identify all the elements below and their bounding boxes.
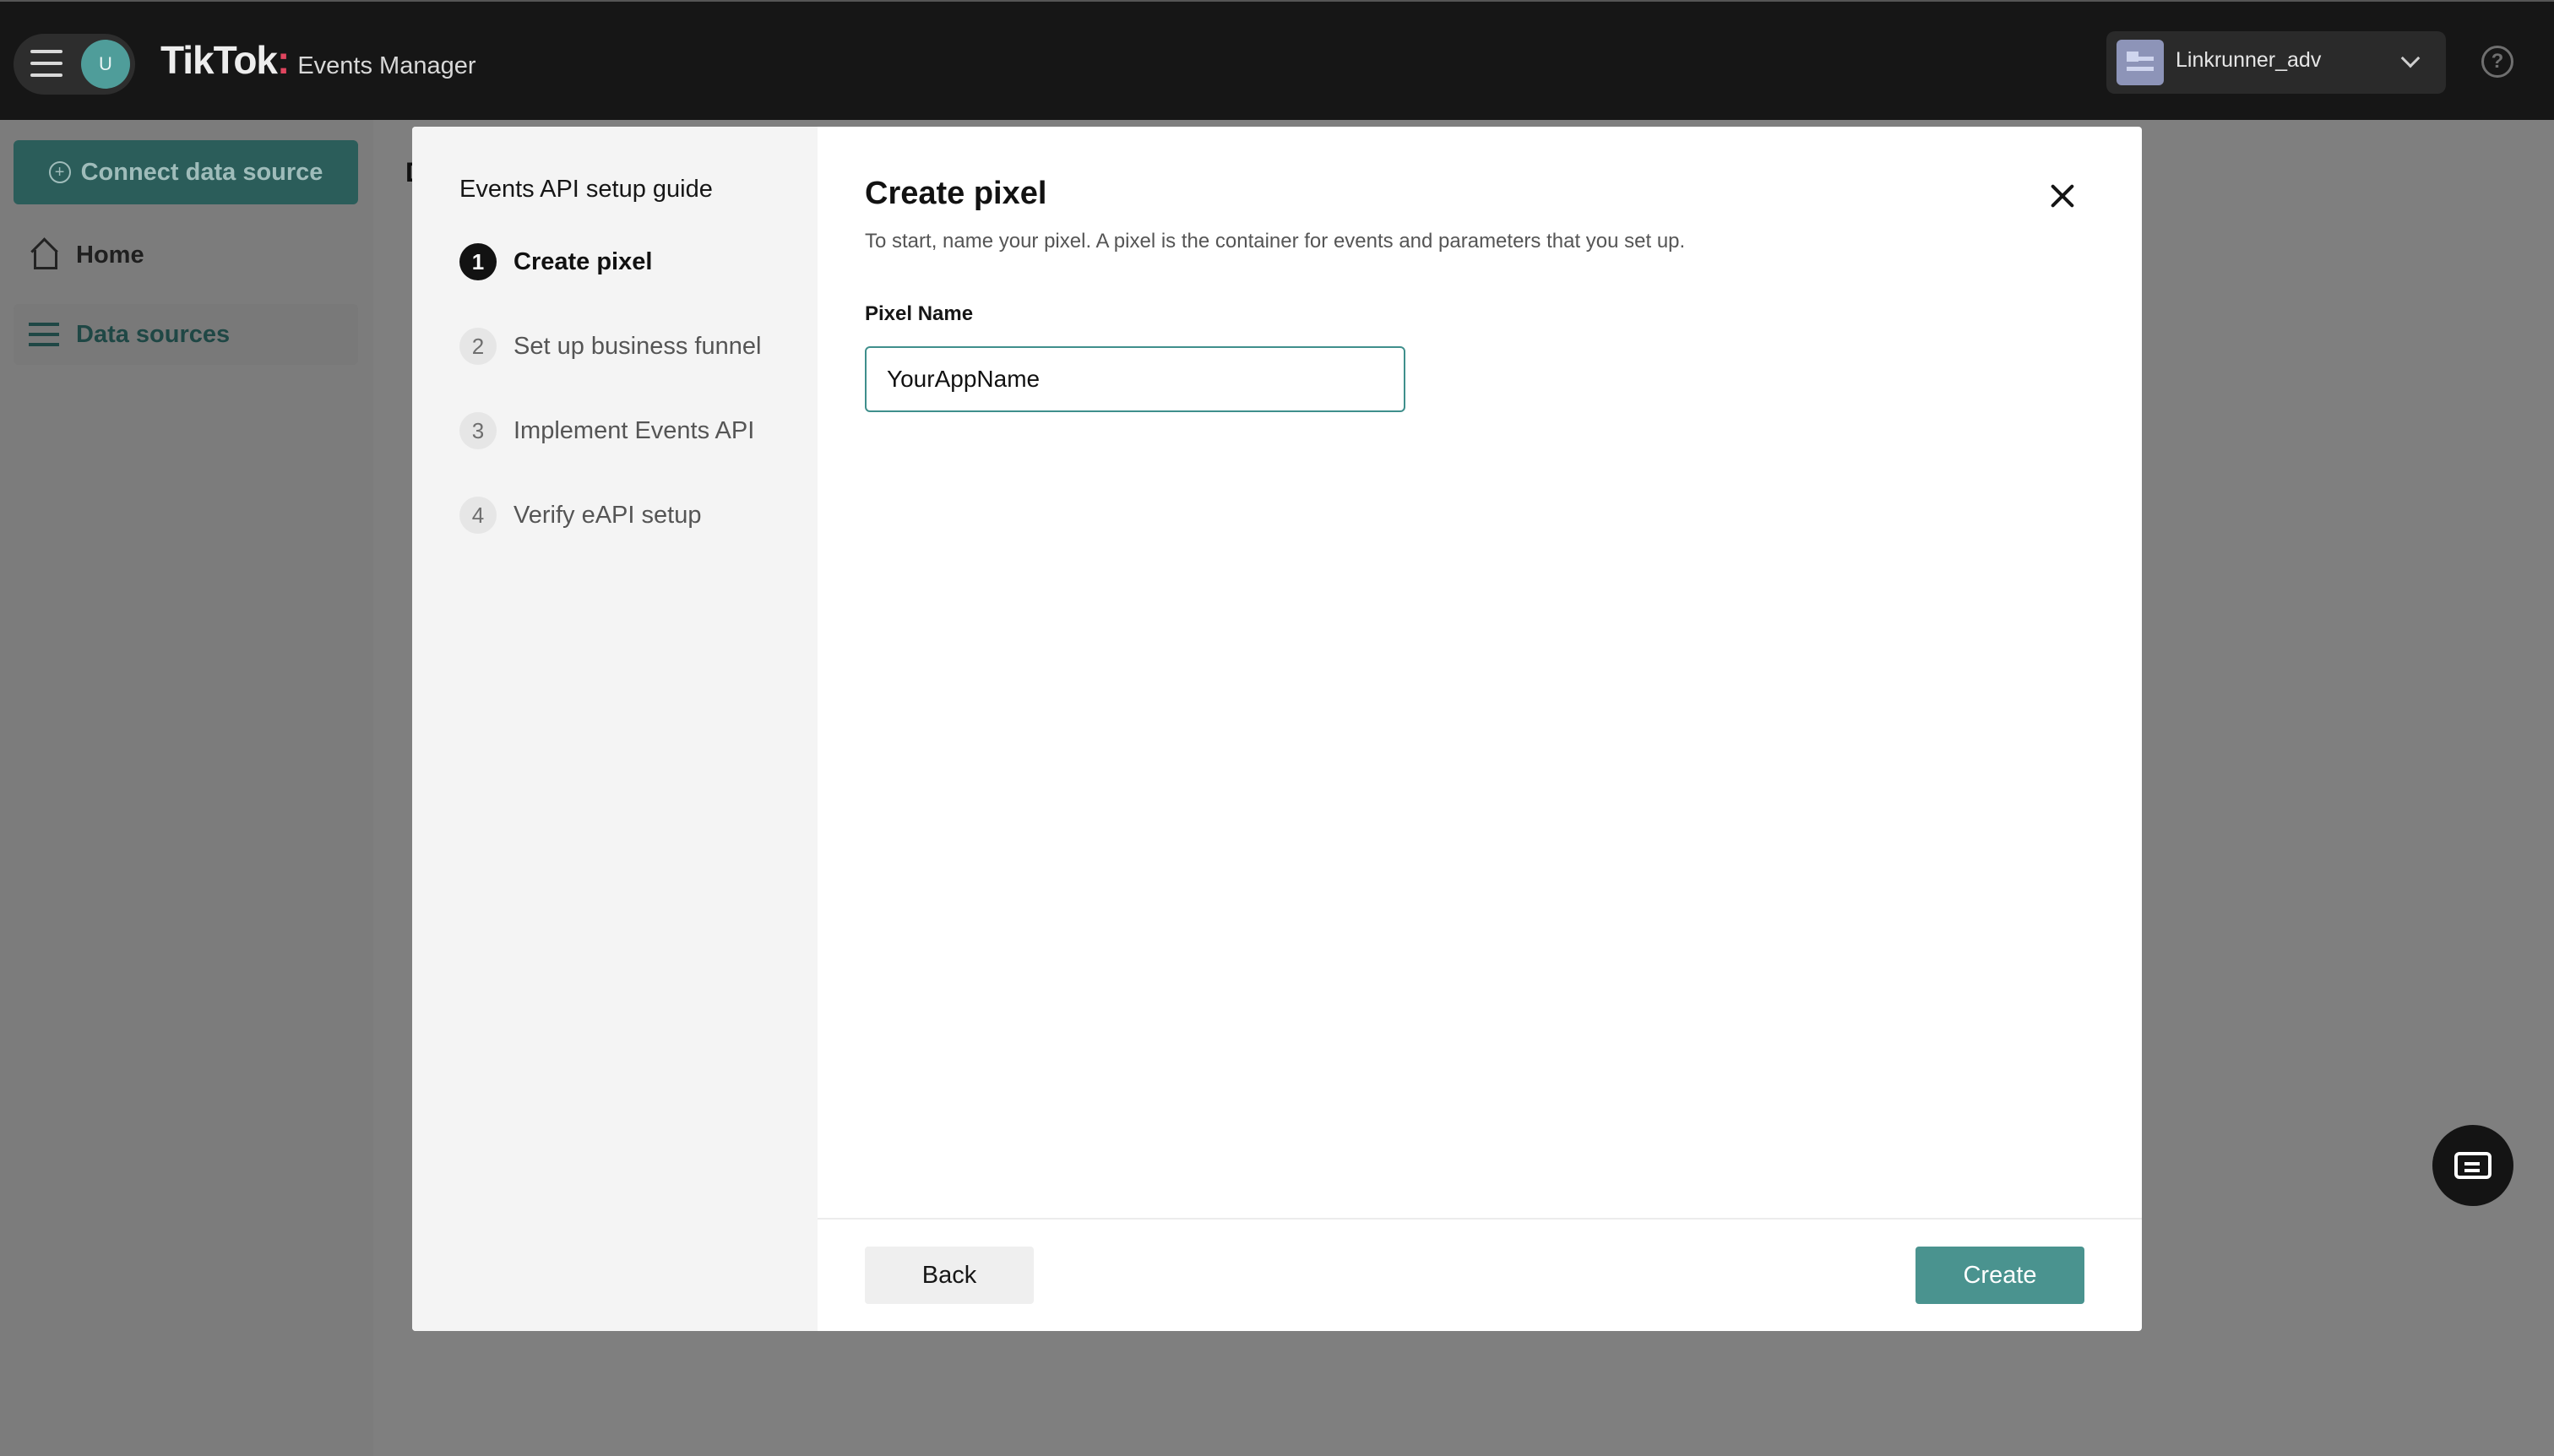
account-switcher[interactable]: Linkrunner_adv <box>2106 31 2446 94</box>
create-pixel-panel: Create pixel To start, name your pixel. … <box>818 127 2142 1331</box>
pixel-name-input[interactable] <box>865 346 1405 412</box>
step-label: Verify eAPI setup <box>514 501 702 529</box>
guide-step-create-pixel[interactable]: 1 Create pixel <box>459 243 652 280</box>
hamburger-icon[interactable] <box>30 50 62 77</box>
sidebar-item-label: Home <box>76 241 144 269</box>
chevron-down-icon <box>2400 48 2421 68</box>
plus-circle-icon: + <box>48 161 71 183</box>
guide-step-implement-events-api[interactable]: 3 Implement Events API <box>459 412 754 449</box>
step-label: Implement Events API <box>514 416 755 444</box>
help-icon[interactable]: ? <box>2481 46 2513 78</box>
chat-support-button[interactable] <box>2432 1125 2513 1206</box>
chat-icon <box>2454 1152 2492 1179</box>
avatar[interactable]: U <box>81 40 130 89</box>
home-icon <box>29 240 59 270</box>
step-label: Create pixel <box>514 247 653 275</box>
account-image-icon <box>2117 40 2164 85</box>
top-bar: U TikTok: Events Manager Linkrunner_adv … <box>0 0 2554 120</box>
list-icon <box>29 319 59 350</box>
connect-data-source-label: Connect data source <box>80 158 323 186</box>
account-name: Linkrunner_adv <box>2176 48 2322 72</box>
pixel-name-label: Pixel Name <box>865 302 974 325</box>
events-manager-page: U TikTok: Events Manager Linkrunner_adv … <box>0 0 2554 1456</box>
guide-title: Events API setup guide <box>459 176 713 203</box>
tiktok-logo: TikTok: <box>160 38 290 82</box>
step-number: 3 <box>459 412 497 449</box>
brand: TikTok: Events Manager <box>160 37 476 88</box>
product-name: Events Manager <box>297 52 476 79</box>
guide-step-business-funnel[interactable]: 2 Set up business funnel <box>459 328 761 365</box>
step-number: 2 <box>459 328 497 365</box>
events-api-setup-modal: Events API setup guide 1 Create pixel 2 … <box>412 127 2142 1331</box>
connect-data-source-button[interactable]: + Connect data source <box>14 140 358 204</box>
step-label: Set up business funnel <box>514 332 762 360</box>
setup-guide: Events API setup guide 1 Create pixel 2 … <box>412 127 818 1331</box>
back-button[interactable]: Back <box>865 1247 1034 1304</box>
modal-description: To start, name your pixel. A pixel is th… <box>865 230 1686 253</box>
step-number: 4 <box>459 497 497 534</box>
close-icon[interactable] <box>2047 181 2078 211</box>
sidebar: + Connect data source Home Data sources <box>0 120 373 1456</box>
modal-footer: Back Create <box>818 1218 2142 1331</box>
modal-title: Create pixel <box>865 176 1047 211</box>
guide-step-verify-eapi[interactable]: 4 Verify eAPI setup <box>459 497 701 534</box>
sidebar-item-data-sources[interactable]: Data sources <box>14 304 358 365</box>
step-number: 1 <box>459 243 497 280</box>
sidebar-item-label: Data sources <box>76 320 231 348</box>
sidebar-item-home[interactable]: Home <box>14 225 358 285</box>
create-button[interactable]: Create <box>1916 1247 2084 1304</box>
